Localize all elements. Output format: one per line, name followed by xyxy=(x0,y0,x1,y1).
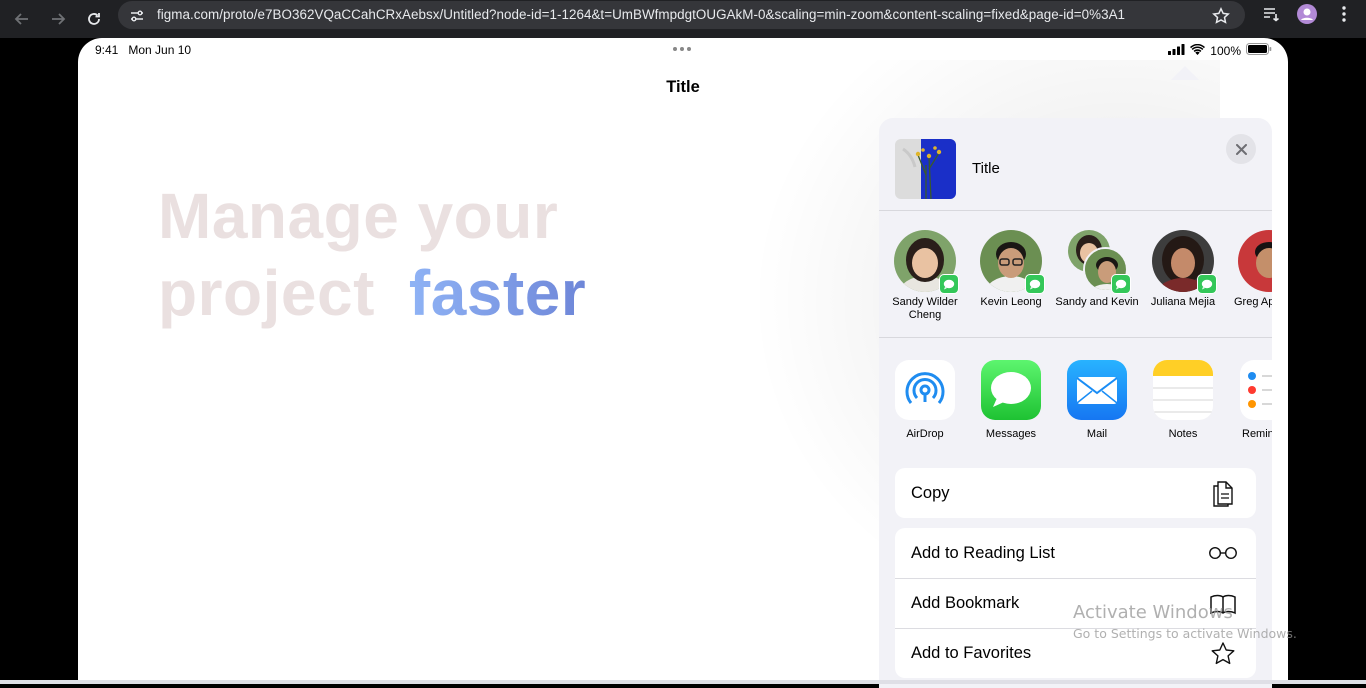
avatar xyxy=(894,230,959,294)
battery-icon xyxy=(1246,43,1272,58)
messages-icon xyxy=(981,360,1041,420)
notes-icon xyxy=(1153,360,1213,420)
status-time: 9:41 Mon Jun 10 xyxy=(95,43,191,57)
person-greg-ap[interactable]: Greg Ap xyxy=(1226,230,1272,309)
address-bar[interactable]: figma.com/proto/e7BO362VQaCCahCRxAebsx/U… xyxy=(118,1,1245,29)
wifi-icon xyxy=(1190,43,1206,58)
status-bar: 9:41 Mon Jun 10 100% xyxy=(78,38,1288,62)
back-icon[interactable] xyxy=(10,7,34,31)
app-label: Mail xyxy=(1086,428,1108,440)
windows-activation-watermark: Activate Windows Go to Settings to activ… xyxy=(1073,602,1297,641)
action-label: Add Bookmark xyxy=(911,594,1020,612)
hero-line-1: Manage your xyxy=(158,180,559,252)
shared-item-title: Title xyxy=(972,160,1000,177)
copy-icon xyxy=(1208,480,1238,507)
app-label: Messages xyxy=(985,428,1037,440)
taskbar-strip xyxy=(0,680,1366,684)
primary-actions-group: Copy xyxy=(895,468,1256,518)
apps-row: AirDrop Messages Mail Notes Remin xyxy=(879,339,1272,459)
mail-icon xyxy=(1067,360,1127,420)
person-name: Sandy Wilder Cheng xyxy=(892,296,958,321)
star-icon xyxy=(1208,641,1238,667)
hero-line-2: project faster xyxy=(158,255,586,332)
hero-plain-text: project xyxy=(158,257,375,329)
person-name: Sandy and Kevin xyxy=(1055,296,1139,308)
person-juliana-mejia[interactable]: Juliana Mejia xyxy=(1140,230,1226,309)
action-label: Add to Reading List xyxy=(911,543,1056,562)
messages-badge-icon xyxy=(939,274,959,294)
app-label: Remin xyxy=(1242,428,1272,440)
avatar xyxy=(1238,230,1272,292)
close-icon xyxy=(1235,143,1247,155)
watermark-subtitle: Go to Settings to activate Windows. xyxy=(1073,626,1297,641)
app-airdrop[interactable]: AirDrop xyxy=(882,360,968,440)
reminders-icon xyxy=(1240,360,1272,420)
shared-item-thumbnail xyxy=(895,139,956,199)
profile-avatar[interactable] xyxy=(1296,3,1318,25)
app-messages[interactable]: Messages xyxy=(968,360,1054,440)
status-right: 100% xyxy=(1168,43,1272,58)
action-add-to-reading-list[interactable]: Add to Reading List xyxy=(895,528,1256,578)
messages-badge-icon xyxy=(1025,274,1045,294)
messages-badge-icon xyxy=(1197,274,1217,294)
app-label: Notes xyxy=(1168,428,1198,440)
forward-icon[interactable] xyxy=(46,7,70,31)
site-settings-icon[interactable] xyxy=(126,5,148,27)
bookmark-star-icon[interactable] xyxy=(1210,5,1232,27)
app-mail[interactable]: Mail xyxy=(1054,360,1140,440)
close-button[interactable] xyxy=(1226,134,1256,164)
cellular-signal-icon xyxy=(1168,43,1185,58)
time-text: 9:41 xyxy=(95,43,119,57)
airdrop-icon xyxy=(895,360,955,420)
browser-toolbar: figma.com/proto/e7BO362VQaCCahCRxAebsx/U… xyxy=(0,0,1366,38)
glasses-icon xyxy=(1208,540,1238,566)
person-name: Juliana Mejia xyxy=(1150,296,1216,308)
action-label: Add to Favorites xyxy=(911,644,1032,662)
date-text: Mon Jun 10 xyxy=(128,43,192,57)
hero-heading: Manage your project faster xyxy=(158,178,586,332)
person-kevin-leong[interactable]: Kevin Leong xyxy=(968,230,1054,309)
url-text[interactable]: figma.com/proto/e7BO362VQaCCahCRxAebsx/U… xyxy=(157,7,1125,22)
action-copy[interactable]: Copy xyxy=(895,468,1256,518)
app-label: AirDrop xyxy=(906,428,944,440)
hero-accent-text: faster xyxy=(408,257,587,329)
person-sandy-wilder-cheng[interactable]: Sandy Wilder Cheng xyxy=(882,230,968,322)
popover-arrow xyxy=(1171,66,1199,80)
person-name: Greg Ap xyxy=(1234,296,1272,308)
avatar xyxy=(1152,230,1217,294)
reload-icon[interactable] xyxy=(82,7,106,31)
watermark-title: Activate Windows xyxy=(1073,602,1233,623)
people-row: Sandy Wilder Cheng Kevin Leong Sandy and… xyxy=(879,212,1272,338)
group-avatar xyxy=(1066,230,1131,294)
app-reminders[interactable]: Remin xyxy=(1226,360,1272,440)
app-notes[interactable]: Notes xyxy=(1140,360,1226,440)
avatar xyxy=(980,230,1045,294)
share-sheet-header: Title xyxy=(879,118,1272,211)
more-menu-icon[interactable] xyxy=(1333,3,1355,25)
person-sandy-and-kevin[interactable]: Sandy and Kevin xyxy=(1054,230,1140,309)
messages-badge-icon xyxy=(1111,274,1131,294)
battery-percent: 100% xyxy=(1210,43,1241,58)
multitasking-dots-icon[interactable] xyxy=(673,47,691,51)
reading-mode-icon[interactable] xyxy=(1260,3,1282,25)
action-label: Copy xyxy=(911,483,950,502)
person-name: Kevin Leong xyxy=(980,296,1042,308)
